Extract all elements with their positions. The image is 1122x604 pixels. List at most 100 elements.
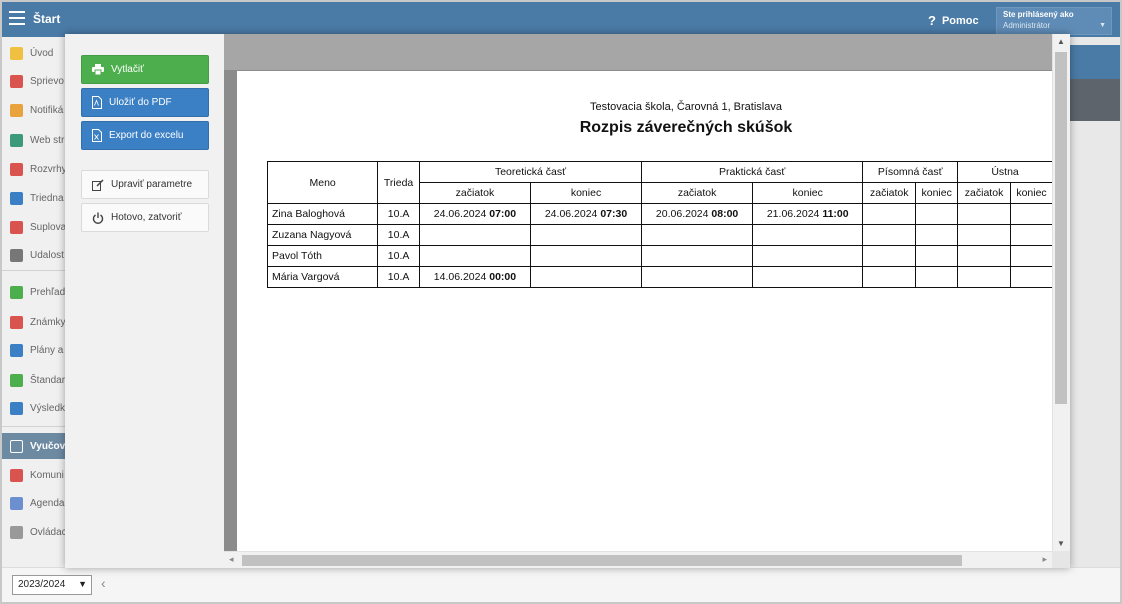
- book-icon: [10, 191, 23, 205]
- print-preview-dialog: Vytlačiť Uložiť do PDF Export do excelu …: [65, 34, 1070, 568]
- print-button[interactable]: Vytlačiť: [81, 55, 209, 84]
- document-page: Testovacia škola, Čarovná 1, Bratislava …: [237, 71, 1053, 551]
- empty-cell: [915, 224, 959, 246]
- scroll-left-icon[interactable]: ◂: [229, 554, 234, 565]
- empty-cell: [915, 203, 959, 225]
- sidebar-item-label: Notifiká: [30, 104, 64, 116]
- theory-start-cell: 14.06.2024 00:00: [418, 266, 531, 288]
- empty-cell: [641, 266, 754, 288]
- menu-icon[interactable]: [9, 11, 25, 25]
- sidebar-item-label: Suplova: [30, 221, 67, 233]
- empty-cell: [957, 245, 1011, 267]
- student-class: 10.A: [377, 266, 420, 288]
- scroll-right-icon[interactable]: ▸: [1042, 554, 1047, 565]
- background-content: [1070, 37, 1120, 567]
- chevron-down-icon: ▼: [78, 579, 87, 589]
- date: 24.06.2024: [433, 208, 487, 220]
- header-start: začiatok: [862, 182, 917, 204]
- edit-parameters-button[interactable]: Upraviť parametre: [81, 170, 209, 199]
- background-header-band: [1070, 45, 1120, 79]
- empty-cell: [957, 266, 1011, 288]
- edit-icon: [92, 178, 104, 191]
- calendar-grid-icon: [10, 248, 23, 262]
- background-dark-band: [1070, 79, 1120, 121]
- student-class: 10.A: [377, 224, 420, 246]
- header-start: začiatok: [957, 182, 1011, 204]
- app-title[interactable]: Štart: [33, 12, 60, 26]
- theory-start-cell: 24.06.2024 07:00: [418, 203, 531, 225]
- horizontal-scrollbar[interactable]: ◂ ▸: [224, 551, 1052, 568]
- export-excel-button[interactable]: Export do excelu: [81, 121, 209, 150]
- empty-cell: [641, 245, 754, 267]
- student-name: Pavol Tóth: [266, 245, 379, 267]
- edit-parameters-label: Upraviť parametre: [111, 179, 193, 190]
- date: 24.06.2024: [544, 208, 598, 220]
- pdf-file-icon: [92, 96, 102, 109]
- star-icon: [10, 46, 23, 60]
- empty-cell: [1010, 266, 1053, 288]
- bottom-bar: 2023/2024 ▼ ‹: [2, 567, 1120, 602]
- sidebar-item-label: Úvod: [30, 47, 54, 59]
- scroll-thumb[interactable]: [242, 555, 962, 566]
- wand-icon: [10, 74, 23, 88]
- empty-cell: [418, 245, 531, 267]
- help-label: Pomoc: [941, 14, 979, 27]
- empty-cell: [641, 224, 754, 246]
- printer-icon: [92, 64, 104, 75]
- vertical-scrollbar[interactable]: ▲ ▼: [1052, 34, 1070, 551]
- person-icon: [10, 220, 23, 234]
- collapse-sidebar-icon[interactable]: ‹: [101, 575, 106, 591]
- sidebar-item-label: Prehľad: [30, 286, 66, 298]
- briefcase-icon: [10, 343, 23, 357]
- power-icon: [92, 212, 104, 224]
- scroll-thumb[interactable]: [1055, 52, 1067, 404]
- exam-schedule-table: Meno Trieda Teoretická časť Praktická ča…: [266, 161, 1053, 288]
- header-end: koniec: [752, 182, 864, 204]
- sidebar-item-label: Ovládac: [30, 526, 67, 538]
- calendar-icon: [10, 162, 23, 176]
- practical-start-cell: 20.06.2024 08:00: [641, 203, 754, 225]
- empty-cell: [915, 245, 959, 267]
- empty-cell: [1010, 245, 1053, 267]
- top-bar: Štart ? Pomoc Ste prihlásený ako Adminis…: [2, 2, 1120, 37]
- empty-cell: [1010, 203, 1053, 225]
- dialog-actions-panel: Vytlačiť Uložiť do PDF Export do excelu …: [65, 34, 224, 568]
- student-name: Zuzana Nagyová: [266, 224, 379, 246]
- student-name: Mária Vargová: [266, 266, 379, 288]
- header-end: koniec: [1010, 182, 1053, 204]
- sidebar-item-label: Triedna: [30, 192, 64, 204]
- table-row: Zina Baloghová 10.A 24.06.2024 07:00 24.…: [266, 203, 1053, 225]
- empty-cell: [957, 224, 1011, 246]
- sidebar-item-label: Web str: [30, 134, 65, 146]
- user-menu[interactable]: Ste prihlásený ako Administrátor ▼: [996, 7, 1112, 35]
- help-button[interactable]: ? Pomoc: [928, 13, 979, 28]
- done-close-button[interactable]: Hotovo, zatvoriť: [81, 203, 209, 232]
- table-row: Mária Vargová 10.A 14.06.2024 00:00: [266, 266, 1053, 288]
- empty-cell: [915, 266, 959, 288]
- scroll-up-icon[interactable]: ▲: [1057, 37, 1065, 46]
- question-icon: ?: [928, 13, 936, 28]
- time: 07:30: [600, 208, 628, 220]
- table-row: Zuzana Nagyová 10.A: [266, 224, 1053, 246]
- scroll-down-icon[interactable]: ▼: [1057, 539, 1065, 548]
- empty-cell: [418, 224, 531, 246]
- practical-end-cell: 21.06.2024 11:00: [752, 203, 864, 225]
- chat-icon: [10, 468, 23, 482]
- gear-icon: [10, 525, 23, 539]
- date: 14.06.2024: [433, 271, 487, 283]
- school-name: Testovacia škola, Čarovná 1, Bratislava: [590, 101, 782, 113]
- table-row: Pavol Tóth 10.A: [266, 245, 1053, 267]
- empty-cell: [862, 245, 917, 267]
- sidebar-item-label: Štandar: [30, 374, 66, 386]
- student-name: Zina Baloghová: [266, 203, 379, 225]
- save-pdf-button[interactable]: Uložiť do PDF: [81, 88, 209, 117]
- empty-cell: [752, 266, 864, 288]
- time: 07:00: [489, 208, 517, 220]
- sidebar-item-label: Sprievo: [30, 75, 64, 87]
- header-start: začiatok: [418, 182, 531, 204]
- theory-end-cell: 24.06.2024 07:30: [529, 203, 643, 225]
- header-start: začiatok: [641, 182, 754, 204]
- empty-cell: [957, 203, 1011, 225]
- time: 00:00: [489, 271, 517, 283]
- school-year-select[interactable]: 2023/2024 ▼: [12, 575, 92, 595]
